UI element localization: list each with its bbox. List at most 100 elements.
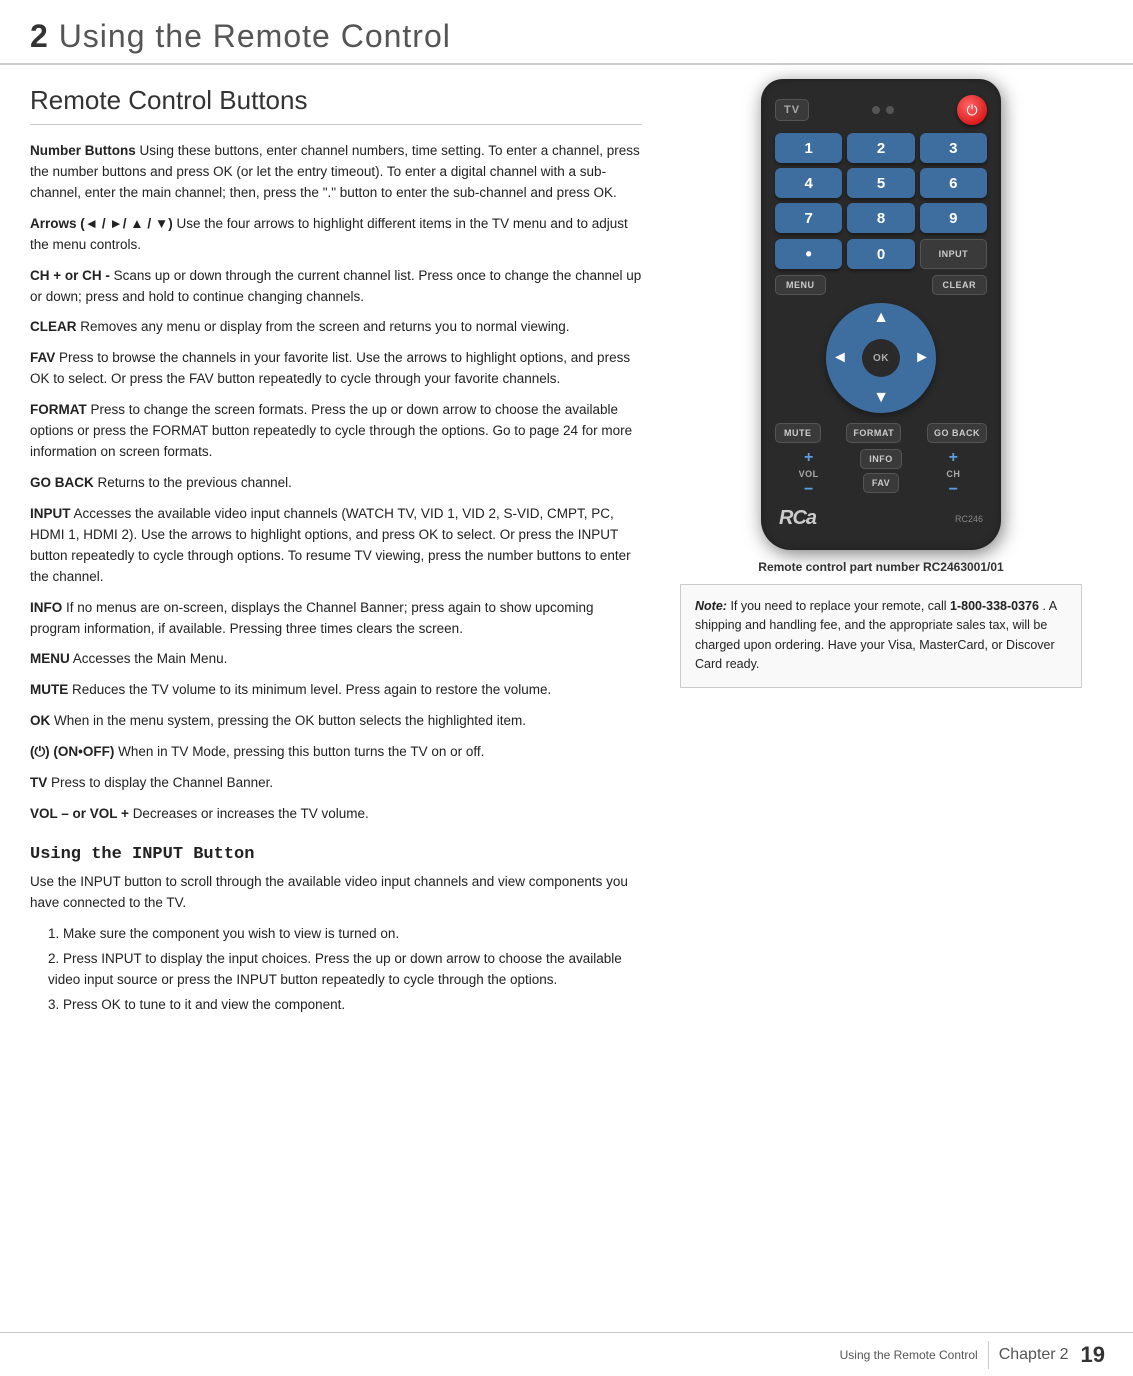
text-block-ch: CH + or CH - Scans up or down through th…: [30, 266, 642, 308]
ch-plus-icon[interactable]: +: [949, 449, 958, 467]
info-button[interactable]: INFO: [860, 449, 902, 469]
sub-section-input-title-text: Using the INPUT Button: [30, 845, 254, 864]
vol-group: + VOL −: [775, 449, 842, 499]
dpad-right-arrow[interactable]: ►: [914, 349, 930, 367]
text-block-clear: CLEAR Removes any menu or display from t…: [30, 317, 642, 338]
text-input: Accesses the available video input chann…: [30, 506, 631, 584]
text-block-format: FORMAT Press to change the screen format…: [30, 400, 642, 463]
ch-minus-icon[interactable]: −: [949, 481, 958, 499]
power-button[interactable]: ⏻: [957, 95, 987, 125]
term-clear: CLEAR: [30, 319, 77, 334]
text-block-input: INPUT Accesses the available video input…: [30, 504, 642, 588]
term-format: FORMAT: [30, 402, 87, 417]
term-menu: MENU: [30, 651, 70, 666]
section-title: Remote Control Buttons: [30, 85, 642, 125]
remote-indicators: [872, 106, 894, 114]
ch-group: + CH −: [920, 449, 987, 499]
chapter-number: 2: [30, 18, 49, 54]
text-menu: Accesses the Main Menu.: [73, 651, 228, 666]
text-format: Press to change the screen formats. Pres…: [30, 402, 632, 459]
mute-button[interactable]: MUTE: [775, 423, 821, 443]
text-block-mute: MUTE Reduces the TV volume to its minimu…: [30, 680, 642, 701]
input-button[interactable]: INPUT: [920, 239, 987, 269]
page-title: 2 Using the Remote Control: [30, 18, 1103, 55]
remote-logo-row: RCa RC246: [775, 507, 987, 530]
text-tv: Press to display the Channel Banner.: [51, 775, 273, 790]
vol-plus-icon[interactable]: +: [804, 449, 813, 467]
remote-control: TV ⏻ 1 2 3 4 5 6 7 8 9 •: [761, 79, 1001, 550]
clear-button[interactable]: CLEAR: [932, 275, 988, 295]
text-block-power: (⏻) (ON•OFF) When in TV Mode, pressing t…: [30, 742, 642, 763]
goback-button[interactable]: GO BACK: [927, 423, 987, 443]
text-block-input-intro: Use the INPUT button to scroll through t…: [30, 872, 642, 914]
dpad-left-arrow[interactable]: ◄: [832, 349, 848, 367]
num-6-button[interactable]: 6: [920, 168, 987, 198]
term-info: INFO: [30, 600, 62, 615]
note-phone: 1-800-338-0376: [950, 599, 1039, 613]
input-step-2: 2. Press INPUT to display the input choi…: [48, 949, 642, 991]
term-ch: CH + or CH -: [30, 268, 110, 283]
text-block-tv: TV Press to display the Channel Banner.: [30, 773, 642, 794]
ch-label: CH: [946, 469, 960, 479]
text-mute: Reduces the TV volume to its minimum lev…: [72, 682, 551, 697]
menu-button[interactable]: MENU: [775, 275, 826, 295]
note-box: Note: If you need to replace your remote…: [680, 584, 1082, 688]
text-ok: When in the menu system, pressing the OK…: [54, 713, 526, 728]
term-ok: OK: [30, 713, 50, 728]
term-tv: TV: [30, 775, 47, 790]
dot-button[interactable]: •: [775, 239, 842, 269]
text-block-arrows: Arrows (◄ / ►/ ▲ / ▼) Use the four arrow…: [30, 214, 642, 256]
term-fav: FAV: [30, 350, 55, 365]
remote-menu-row: MENU CLEAR: [775, 275, 987, 295]
remote-numpad: 1 2 3 4 5 6 7 8 9: [775, 133, 987, 233]
indicator-1: [872, 106, 880, 114]
remote-top-row: TV ⏻: [775, 95, 987, 125]
remote-bottom-num-row: • 0 INPUT: [775, 239, 987, 269]
text-block-ok: OK When in the menu system, pressing the…: [30, 711, 642, 732]
text-ch: Scans up or down through the current cha…: [30, 268, 641, 304]
dpad: ▲ ▼ ◄ ► OK: [826, 303, 936, 413]
text-power: When in TV Mode, pressing this button tu…: [118, 744, 484, 759]
tv-button[interactable]: TV: [775, 99, 809, 121]
info-fav-group: INFO FAV: [847, 449, 914, 499]
vol-label: VOL: [799, 469, 819, 479]
dpad-down-arrow[interactable]: ▼: [873, 389, 889, 407]
text-block-menu: MENU Accesses the Main Menu.: [30, 649, 642, 670]
term-mute: MUTE: [30, 682, 68, 697]
num-2-button[interactable]: 2: [847, 133, 914, 163]
format-button[interactable]: FORMAT: [846, 423, 901, 443]
num-0-button[interactable]: 0: [847, 239, 914, 269]
num-1-button[interactable]: 1: [775, 133, 842, 163]
footer-chapter-num: 2: [1060, 1346, 1069, 1364]
rca-logo: RCa: [779, 507, 816, 530]
text-block-fav: FAV Press to browse the channels in your…: [30, 348, 642, 390]
term-power: (⏻) (ON•OFF): [30, 744, 114, 759]
footer-chapter-label: Chapter: [999, 1346, 1056, 1364]
text-info: If no menus are on-screen, displays the …: [30, 600, 594, 636]
indicator-2: [886, 106, 894, 114]
term-number-buttons: Number Buttons: [30, 143, 136, 158]
ok-button[interactable]: OK: [862, 339, 900, 377]
num-3-button[interactable]: 3: [920, 133, 987, 163]
term-input: INPUT: [30, 506, 71, 521]
num-9-button[interactable]: 9: [920, 203, 987, 233]
dpad-up-arrow[interactable]: ▲: [873, 309, 889, 327]
text-clear: Removes any menu or display from the scr…: [80, 319, 569, 334]
note-text-1: If you need to replace your remote, call: [730, 599, 950, 613]
term-goback: GO BACK: [30, 475, 94, 490]
num-7-button[interactable]: 7: [775, 203, 842, 233]
remote-mute-goback-row: MUTE FORMAT GO BACK: [775, 423, 987, 443]
num-5-button[interactable]: 5: [847, 168, 914, 198]
num-4-button[interactable]: 4: [775, 168, 842, 198]
text-block-number-buttons: Number Buttons Using these buttons, ente…: [30, 141, 642, 204]
remote-caption: Remote control part number RC2463001/01: [680, 560, 1082, 574]
vol-minus-icon[interactable]: −: [804, 481, 813, 499]
page-footer: Using the Remote Control Chapter 2 19: [0, 1332, 1133, 1376]
remote-vol-ch-row: + VOL − INFO FAV + CH −: [775, 449, 987, 499]
fav-button[interactable]: FAV: [863, 473, 899, 493]
text-vol: Decreases or increases the TV volume.: [133, 806, 369, 821]
remote-model: RC246: [955, 514, 983, 524]
num-8-button[interactable]: 8: [847, 203, 914, 233]
text-column: Remote Control Buttons Number Buttons Us…: [0, 65, 670, 1100]
text-block-goback: GO BACK Returns to the previous channel.: [30, 473, 642, 494]
